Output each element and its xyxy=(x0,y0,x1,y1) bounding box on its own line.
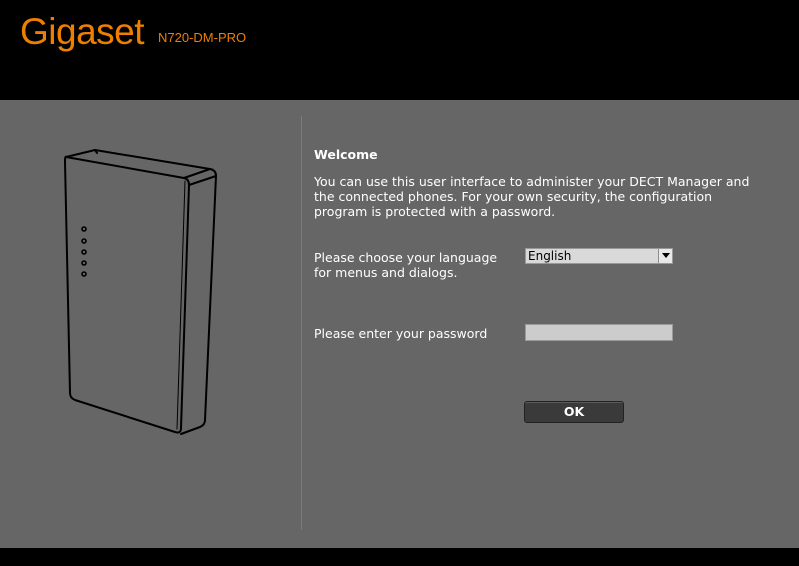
device-illustration-icon xyxy=(55,145,220,441)
password-label: Please enter your password xyxy=(314,326,488,341)
panel-divider xyxy=(301,116,302,530)
language-label: Please choose your language for menus an… xyxy=(314,250,514,280)
chevron-down-icon[interactable] xyxy=(658,249,672,263)
language-select[interactable]: English xyxy=(525,248,673,264)
language-label-line2: for menus and dialogs. xyxy=(314,265,458,280)
welcome-text: You can use this user interface to admin… xyxy=(314,174,750,219)
password-input[interactable] xyxy=(525,324,673,341)
device-model-label: N720-DM-PRO xyxy=(158,30,247,45)
language-label-line1: Please choose your language xyxy=(314,250,498,265)
ok-button[interactable]: OK xyxy=(524,401,624,423)
welcome-title: Welcome xyxy=(314,147,378,162)
login-page: Gigaset N720-DM-PRO Welcome You can use … xyxy=(0,0,799,566)
footer-bar xyxy=(0,548,799,566)
language-select-value: English xyxy=(528,249,572,263)
login-panel: Welcome You can use this user interface … xyxy=(0,100,799,548)
header-bar: Gigaset N720-DM-PRO xyxy=(0,0,799,100)
gigaset-logo: Gigaset xyxy=(20,11,145,52)
